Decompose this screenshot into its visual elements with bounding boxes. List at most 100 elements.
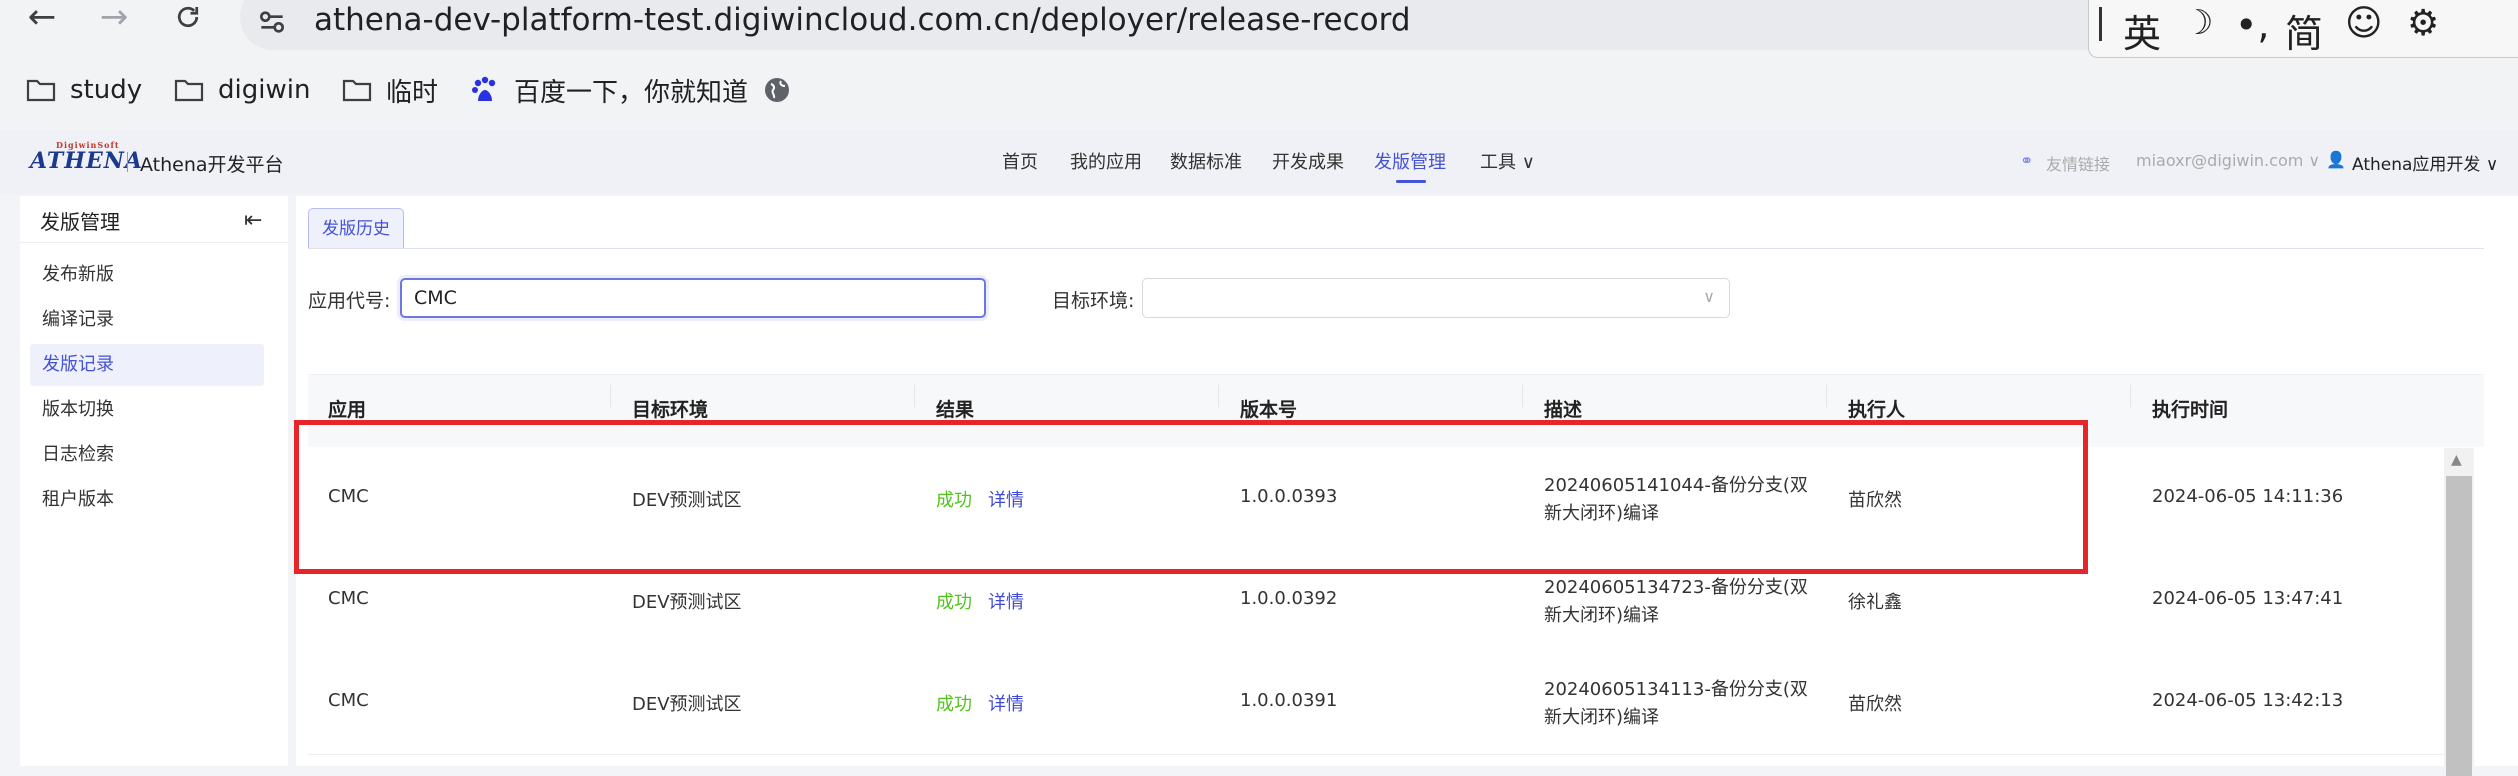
- col-executor: 执行人: [1848, 399, 1906, 421]
- logo-divider: [127, 152, 128, 172]
- ime-handle-icon[interactable]: [2099, 7, 2102, 41]
- col-target-env: 目标环境: [632, 399, 709, 421]
- bookmark-linshi[interactable]: 临时: [342, 66, 438, 114]
- sidebar-item-publish[interactable]: 发布新版: [30, 254, 264, 296]
- bookmark-baidu[interactable]: 百度一下，你就知道: [470, 66, 748, 114]
- folder-icon: [26, 79, 56, 102]
- sidebar-item-version-switch[interactable]: 版本切换: [30, 389, 264, 431]
- sidebar: 发版管理 ⇤ 发布新版 编译记录 发版记录 版本切换 日志检索 租户版本: [20, 196, 288, 766]
- target-env-label: 目标环境:: [1052, 290, 1135, 312]
- ime-simplified-toggle[interactable]: 简: [2285, 3, 2323, 58]
- bookmark-label: digiwin: [218, 75, 311, 105]
- cell-exec-time: 2024-06-05 13:42:13: [2152, 690, 2344, 711]
- sidebar-item-release-records[interactable]: 发版记录: [30, 344, 264, 386]
- nav-release-mgmt[interactable]: 发版管理: [1374, 148, 1446, 174]
- target-env-select[interactable]: ∨: [1142, 278, 1730, 318]
- cell-desc-line1: 20240605134113-备份分支(双: [1544, 679, 1808, 700]
- url-text[interactable]: athena-dev-platform-test.digiwincloud.co…: [314, 2, 1411, 38]
- col-app: 应用: [328, 399, 367, 421]
- nav-home[interactable]: 首页: [1002, 148, 1038, 174]
- status-badge: 成功: [936, 694, 972, 715]
- platform-title: Athena开发平台: [140, 154, 284, 176]
- col-divider: [1826, 385, 1827, 407]
- site-settings-icon[interactable]: [256, 6, 288, 38]
- sidebar-item-compile-records[interactable]: 编译记录: [30, 299, 264, 341]
- folder-icon: [342, 79, 372, 102]
- col-divider: [914, 385, 915, 407]
- ime-lang-toggle[interactable]: 英: [2123, 3, 2161, 58]
- cell-desc-line1: 20240605134723-备份分支(双: [1544, 577, 1808, 598]
- active-nav-indicator: [1396, 180, 1426, 183]
- app-header: DigiwinSoft ATHENA Athena开发平台 首页 我的应用 数据…: [0, 130, 2518, 194]
- col-exec-time: 执行时间: [2152, 399, 2229, 421]
- friend-links[interactable]: 友情链接: [2046, 151, 2110, 175]
- bookmarks-bar: study digiwin 临时 百度一下，你就知道: [0, 66, 1000, 114]
- cell-version: 1.0.0.0391: [1240, 690, 1338, 711]
- nav-my-apps[interactable]: 我的应用: [1070, 148, 1142, 174]
- cell-executor: 徐礼鑫: [1848, 592, 1902, 613]
- forward-icon[interactable]: →: [90, 0, 138, 36]
- tab-divider: [308, 248, 2484, 249]
- table-row[interactable]: CMC DEV预测试区 成功 详情 1.0.0.0391 20240605134…: [308, 652, 2446, 755]
- ime-toolbar: 英 ☽ •, 简 ☺ ⚙: [2088, 0, 2518, 58]
- cell-version: 1.0.0.0392: [1240, 588, 1338, 609]
- chevron-down-icon: ∨: [1703, 287, 1715, 306]
- cell-env: DEV预测试区: [632, 694, 742, 715]
- friend-link-icon[interactable]: ⚭: [2020, 151, 2033, 170]
- globe-icon: [765, 78, 789, 102]
- folder-icon: [174, 79, 204, 102]
- nav-data-standard[interactable]: 数据标准: [1170, 148, 1242, 174]
- browser-chrome: ← → athena-dev-platform-test.digiwinclou…: [0, 0, 2518, 130]
- punctuation-icon[interactable]: •,: [2235, 3, 2270, 47]
- back-icon[interactable]: ←: [18, 0, 66, 36]
- bookmark-label: 临时: [386, 77, 439, 108]
- cell-app: CMC: [328, 588, 369, 609]
- detail-link[interactable]: 详情: [988, 588, 1024, 614]
- emoji-icon[interactable]: ☺: [2345, 3, 2383, 44]
- gear-icon[interactable]: ⚙: [2407, 3, 2439, 44]
- scroll-up-icon[interactable]: ▲: [2451, 452, 2462, 468]
- cell-exec-time: 2024-06-05 13:47:41: [2152, 588, 2344, 609]
- col-divider: [1522, 385, 1523, 407]
- nav-tools[interactable]: 工具 ∨: [1480, 148, 1535, 174]
- col-result: 结果: [936, 399, 975, 421]
- account-email-dropdown[interactable]: miaoxr@digiwin.com ∨: [2136, 151, 2320, 170]
- sidebar-item-log-search[interactable]: 日志检索: [30, 434, 264, 476]
- sidebar-title: 发版管理: [40, 210, 120, 234]
- user-menu[interactable]: Athena应用开发 ∨: [2352, 150, 2498, 175]
- bookmark-label: 百度一下，你就知道: [514, 77, 749, 108]
- address-bar[interactable]: athena-dev-platform-test.digiwincloud.co…: [240, 0, 2140, 50]
- baidu-paw-icon: [472, 76, 496, 101]
- logo-small-text: DigiwinSoft: [56, 140, 120, 150]
- cell-desc-line2: 新大闭环)编译: [1544, 707, 1660, 728]
- app-code-label: 应用代号:: [308, 290, 391, 312]
- sidebar-divider: [20, 242, 288, 243]
- bookmark-globe[interactable]: [762, 66, 806, 114]
- sidebar-item-tenant-version[interactable]: 租户版本: [30, 479, 264, 521]
- col-version: 版本号: [1240, 399, 1298, 421]
- cell-exec-time: 2024-06-05 14:11:36: [2152, 486, 2344, 507]
- moon-icon[interactable]: ☽: [2183, 3, 2213, 43]
- col-description: 描述: [1544, 399, 1583, 421]
- user-icon: 👤: [2326, 150, 2346, 169]
- cell-env: DEV预测试区: [632, 592, 742, 613]
- col-divider: [1218, 385, 1219, 407]
- cell-executor: 苗欣然: [1848, 694, 1902, 715]
- nav-dev-results[interactable]: 开发成果: [1272, 148, 1344, 174]
- bookmark-label: study: [70, 75, 143, 105]
- reload-icon[interactable]: [164, 2, 212, 36]
- scrollbar-thumb[interactable]: [2446, 476, 2472, 776]
- collapse-menu-icon[interactable]: ⇤: [244, 208, 262, 233]
- cell-desc-line2: 新大闭环)编译: [1544, 605, 1660, 626]
- bookmark-study[interactable]: study: [26, 66, 142, 114]
- detail-link[interactable]: 详情: [988, 690, 1024, 716]
- col-divider: [2130, 385, 2131, 407]
- tab-release-history[interactable]: 发版历史: [308, 208, 404, 248]
- status-badge: 成功: [936, 592, 972, 613]
- table-scrollbar[interactable]: ▲: [2444, 448, 2474, 776]
- bookmark-digiwin[interactable]: digiwin: [174, 66, 310, 114]
- cell-app: CMC: [328, 690, 369, 711]
- annotation-highlight-box: [294, 420, 2088, 574]
- col-divider: [610, 385, 611, 407]
- app-code-input[interactable]: [400, 278, 986, 318]
